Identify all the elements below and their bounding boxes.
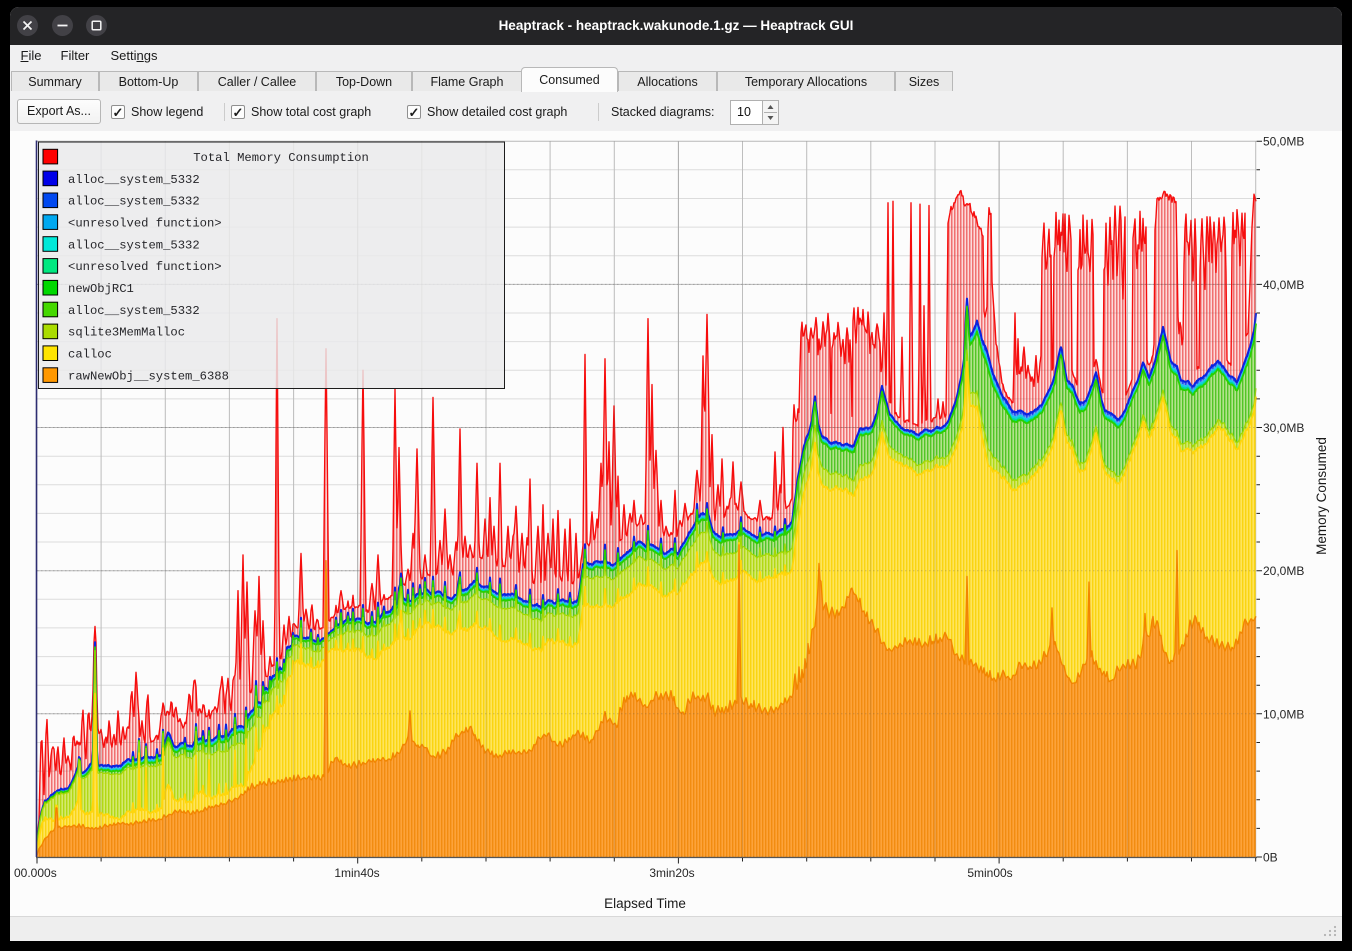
svg-text:3min20s: 3min20s bbox=[649, 866, 694, 880]
svg-text:calloc: calloc bbox=[68, 348, 112, 362]
svg-text:<unresolved function>: <unresolved function> bbox=[68, 260, 222, 274]
svg-text:0B: 0B bbox=[1263, 851, 1278, 865]
svg-text:00.000s: 00.000s bbox=[14, 866, 57, 880]
svg-text:alloc__system_5332: alloc__system_5332 bbox=[68, 173, 200, 187]
svg-text:20,0MB: 20,0MB bbox=[1263, 564, 1304, 578]
svg-text:50,0MB: 50,0MB bbox=[1263, 135, 1304, 149]
svg-text:Memory Consumed: Memory Consumed bbox=[1314, 437, 1329, 555]
svg-text:sqlite3MemMalloc: sqlite3MemMalloc bbox=[68, 326, 185, 340]
svg-text:rawNewObj__system_6388: rawNewObj__system_6388 bbox=[68, 369, 229, 383]
svg-text:alloc__system_5332: alloc__system_5332 bbox=[68, 304, 200, 318]
svg-text:Total Memory Consumption: Total Memory Consumption bbox=[193, 151, 369, 165]
svg-text:10,0MB: 10,0MB bbox=[1263, 707, 1304, 721]
svg-text:40,0MB: 40,0MB bbox=[1263, 278, 1304, 292]
svg-text:alloc__system_5332: alloc__system_5332 bbox=[68, 238, 200, 252]
svg-text:30,0MB: 30,0MB bbox=[1263, 421, 1304, 435]
svg-text:1min40s: 1min40s bbox=[334, 866, 379, 880]
svg-text:<unresolved function>: <unresolved function> bbox=[68, 217, 222, 231]
svg-text:alloc__system_5332: alloc__system_5332 bbox=[68, 195, 200, 209]
svg-text:newObjRC1: newObjRC1 bbox=[68, 282, 134, 296]
svg-text:Elapsed Time: Elapsed Time bbox=[604, 896, 686, 911]
svg-text:5min00s: 5min00s bbox=[967, 866, 1012, 880]
